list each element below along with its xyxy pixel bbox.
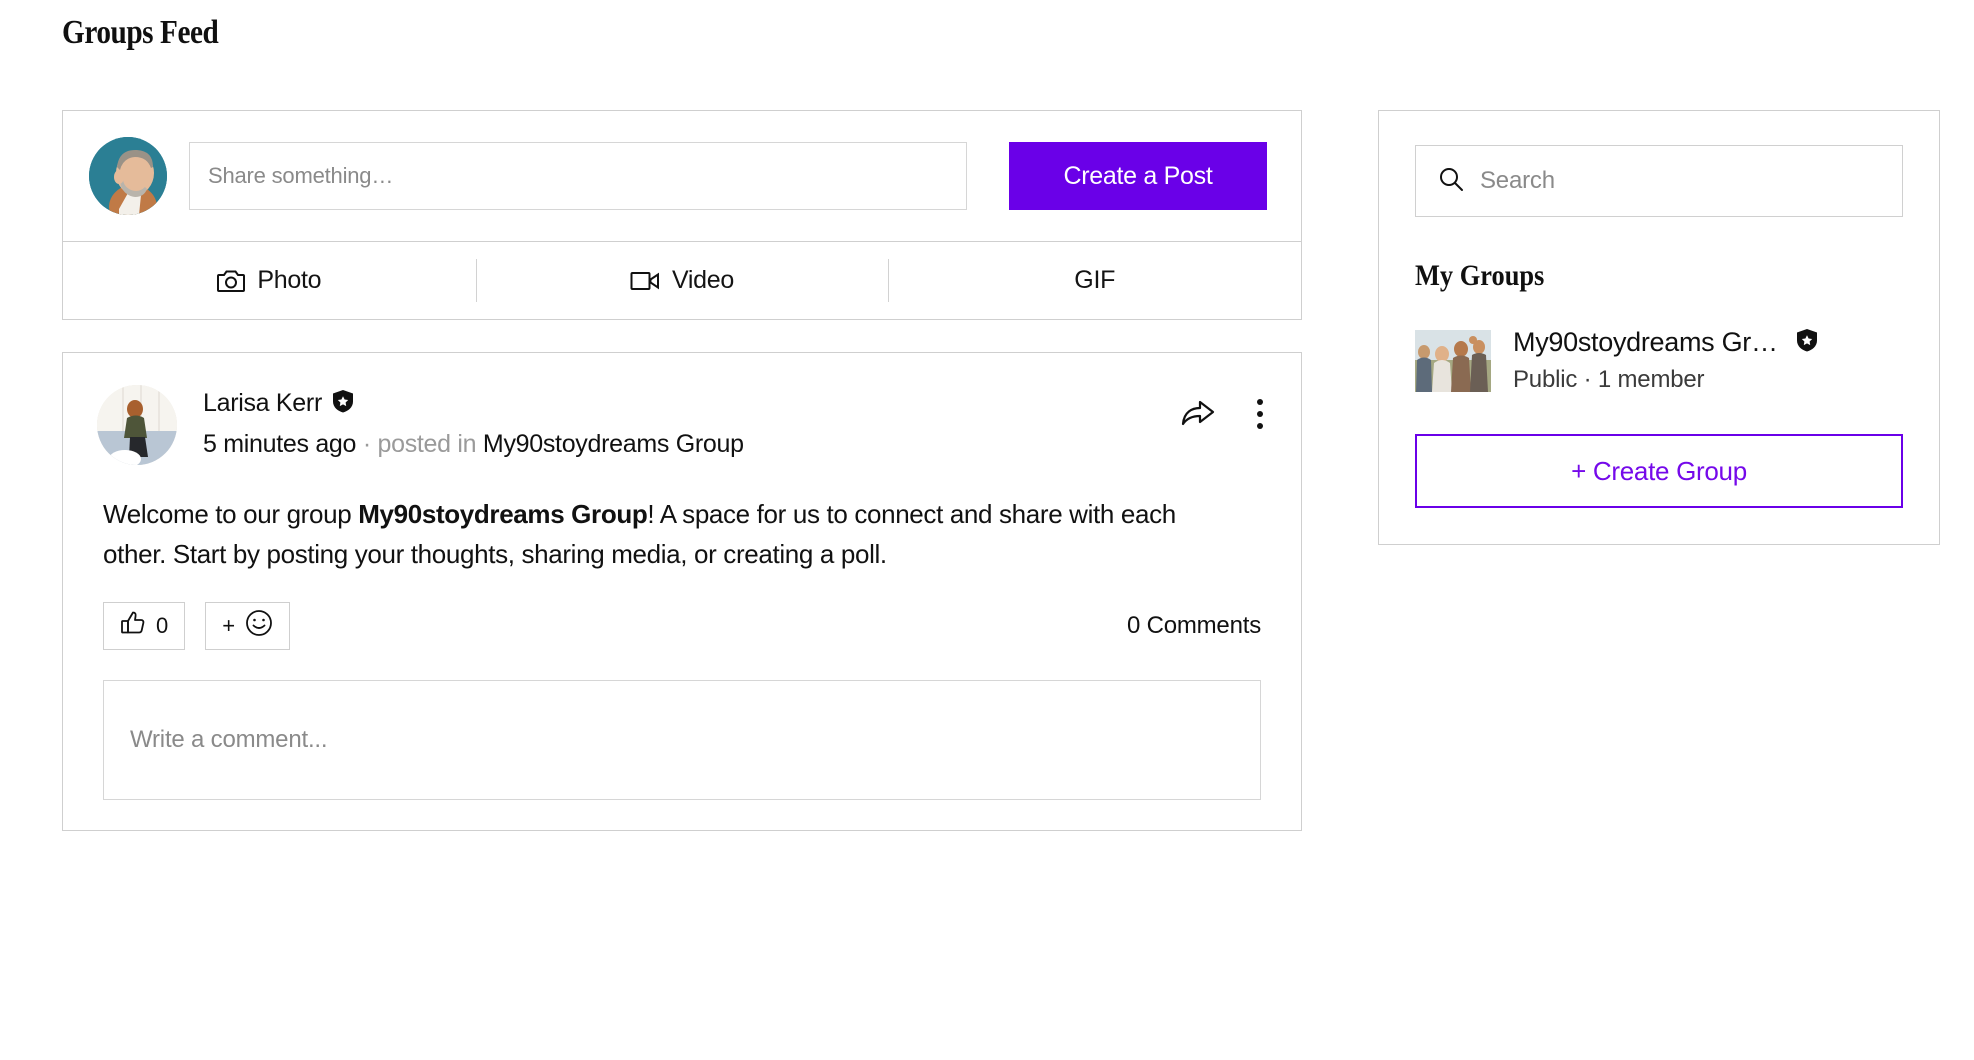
write-comment-input[interactable]: Write a comment... [103, 680, 1261, 801]
post-author-avatar[interactable] [97, 385, 177, 465]
group-meta: Public · 1 member [1513, 366, 1705, 393]
page-title: Groups Feed [62, 14, 219, 51]
groups-feed-page: Groups Feed Share something… Create a Po… [0, 0, 1974, 1060]
shield-star-icon [332, 389, 354, 418]
add-reaction-button[interactable]: + [205, 602, 291, 651]
composer-action-bar: Photo Video GIF [63, 241, 1301, 319]
camera-icon [217, 268, 246, 294]
post-reaction-bar: 0 + 0 Comments [63, 574, 1301, 651]
plus-sign: + [222, 613, 236, 639]
like-count: 0 [156, 613, 169, 639]
dot [1257, 423, 1263, 429]
add-gif-label: GIF [1074, 266, 1116, 294]
post-header: Larisa Kerr 5 minutes ago · posted in My [63, 353, 1301, 465]
post-timestamp-row: 5 minutes ago · posted in My90stoydreams… [203, 430, 744, 459]
dot [1257, 399, 1263, 405]
posted-in-label: posted in [377, 430, 477, 458]
shield-star-icon [1796, 328, 1818, 357]
group-thumbnail [1415, 329, 1491, 392]
post-body-before: Welcome to our group [103, 499, 359, 529]
like-button[interactable]: 0 [103, 602, 186, 651]
thumbs-up-icon [120, 610, 146, 642]
post-body: Welcome to our group My90stoydreams Grou… [63, 465, 1243, 574]
post-body-group-name: My90stoydreams Group [358, 499, 648, 529]
add-photo-button[interactable]: Photo [63, 242, 476, 319]
post-card: Larisa Kerr 5 minutes ago · posted in My [62, 352, 1302, 832]
sidebar-column: Search My Groups My90stoydreams Gr… Publ… [1378, 110, 1940, 545]
my-groups-title: My Groups [1415, 259, 1545, 292]
more-vertical-icon[interactable] [1253, 395, 1267, 433]
comments-count[interactable]: 0 Comments [1127, 612, 1261, 640]
share-arrow-icon[interactable] [1181, 399, 1215, 429]
post-author-row: Larisa Kerr [203, 389, 744, 418]
feed-column: Share something… Create a Post Photo Vid… [62, 110, 1302, 832]
post-header-tools [1181, 395, 1267, 433]
post-time: 5 minutes ago [203, 430, 357, 458]
search-icon [1438, 166, 1464, 197]
search-input[interactable]: Search [1415, 145, 1903, 217]
current-user-avatar[interactable] [89, 137, 167, 215]
search-placeholder: Search [1480, 167, 1555, 194]
smiley-icon [245, 609, 273, 643]
add-video-label: Video [672, 266, 734, 294]
add-video-button[interactable]: Video [475, 242, 889, 319]
group-name: My90stoydreams Gr… [1513, 327, 1778, 357]
post-composer-card: Share something… Create a Post Photo Vid… [62, 110, 1302, 320]
post-author-name[interactable]: Larisa Kerr [203, 389, 322, 418]
add-photo-label: Photo [257, 266, 322, 294]
video-camera-icon [630, 269, 660, 293]
groups-sidebar-card: Search My Groups My90stoydreams Gr… Publ… [1378, 110, 1940, 545]
create-post-button[interactable]: Create a Post [1009, 142, 1267, 210]
group-info: My90stoydreams Gr… Public · 1 member [1513, 327, 1903, 394]
post-meta: Larisa Kerr 5 minutes ago · posted in My [203, 385, 744, 459]
post-group-name[interactable]: My90stoydreams Group [483, 430, 744, 458]
create-group-button[interactable]: + Create Group [1415, 434, 1903, 508]
share-something-input[interactable]: Share something… [189, 142, 967, 210]
group-list-item[interactable]: My90stoydreams Gr… Public · 1 member [1415, 327, 1903, 394]
post-separator: · [362, 430, 371, 458]
add-gif-button[interactable]: GIF [888, 242, 1301, 319]
dot [1257, 411, 1263, 417]
group-name-row: My90stoydreams Gr… [1513, 327, 1903, 358]
composer-row: Share something… Create a Post [63, 111, 1301, 241]
